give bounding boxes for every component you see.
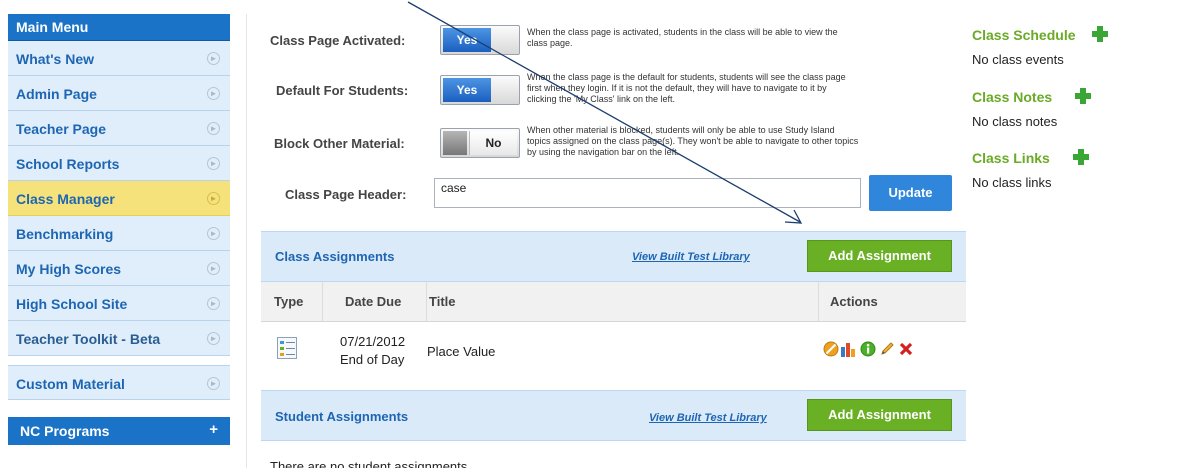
class-page-activated-description: When the class page is activated, studen… xyxy=(527,27,947,49)
class-notes-title: Class Notes xyxy=(972,89,1053,105)
info-icon[interactable] xyxy=(860,341,876,357)
sidebar-item-label: School Reports xyxy=(16,156,120,172)
default-for-students-description: When the class page is the default for s… xyxy=(527,72,947,105)
sidebar-item-label: Teacher Page xyxy=(16,121,107,137)
sidebar-item-label: Class Manager xyxy=(16,191,115,207)
chevron-right-icon: ► xyxy=(207,297,220,310)
class-notes-text: No class notes xyxy=(972,114,1058,129)
sidebar-item-label: My High Scores xyxy=(16,261,122,277)
add-links-plus-icon[interactable] xyxy=(1073,149,1089,165)
assignments-table-header: Type Date Due Title Actions xyxy=(261,282,966,322)
column-header-date-due: Date Due xyxy=(345,294,402,309)
column-header-title: Title xyxy=(429,294,456,309)
view-built-test-library-link[interactable]: View Built Test Library xyxy=(632,251,750,263)
sidebar-item-label: NC Programs xyxy=(20,423,110,439)
add-notes-plus-icon[interactable] xyxy=(1075,88,1091,104)
assignment-title[interactable]: Place Value xyxy=(427,344,495,359)
class-schedule-text: No class events xyxy=(972,52,1064,67)
default-for-students-toggle[interactable]: Yes xyxy=(440,75,520,105)
sidebar-item-label: Custom Material xyxy=(16,376,125,392)
student-assignments-panel: Student Assignments View Built Test Libr… xyxy=(261,390,966,441)
sidebar-item-benchmarking[interactable]: Benchmarking ► xyxy=(8,216,230,251)
desc-line: first when they login. If it is not the … xyxy=(527,83,827,93)
sidebar-item-admin-page[interactable]: Admin Page ► xyxy=(8,76,230,111)
desc-line: When the class page is activated, studen… xyxy=(527,27,838,37)
sidebar-item-label: Admin Page xyxy=(16,86,97,102)
chevron-right-icon: ► xyxy=(207,332,220,345)
column-divider xyxy=(818,282,819,322)
chart-icon[interactable] xyxy=(840,341,857,357)
chevron-right-icon: ► xyxy=(207,192,220,205)
student-assignments-title: Student Assignments xyxy=(275,409,409,424)
desc-line: class page. xyxy=(527,38,573,48)
add-assignment-button[interactable]: Add Assignment xyxy=(807,399,952,431)
sidebar-item-my-high-scores[interactable]: My High Scores ► xyxy=(8,251,230,286)
sidebar-item-school-reports[interactable]: School Reports ► xyxy=(8,146,230,181)
sidebar-item-class-manager[interactable]: Class Manager ► xyxy=(8,181,230,216)
block-other-material-toggle[interactable]: No xyxy=(440,128,520,158)
class-assignments-panel: Class Assignments View Built Test Librar… xyxy=(261,231,966,282)
chevron-right-icon: ► xyxy=(207,377,220,390)
sidebar-item-high-school-site[interactable]: High School Site ► xyxy=(8,286,230,321)
class-page-activated-label: Class Page Activated: xyxy=(270,33,406,48)
column-header-actions: Actions xyxy=(830,294,878,309)
column-divider xyxy=(322,282,323,322)
sidebar-item-nc-programs[interactable]: NC Programs + xyxy=(8,417,230,445)
sidebar-item-custom-material[interactable]: Custom Material ► xyxy=(8,365,230,400)
no-student-assignments-message: There are no student assignments. xyxy=(270,459,471,468)
desc-line: clicking the 'My Class' link on the left… xyxy=(527,94,675,104)
sidebar-item-label: Benchmarking xyxy=(16,226,114,242)
desc-line: by using the navigation bar on the left. xyxy=(527,147,680,157)
chevron-right-icon: ► xyxy=(207,52,220,65)
chevron-right-icon: ► xyxy=(207,227,220,240)
class-assignments-title: Class Assignments xyxy=(275,249,395,264)
assignment-list-icon xyxy=(277,337,297,359)
update-button[interactable]: Update xyxy=(869,175,952,211)
sidebar: Main Menu What's New ► Admin Page ► Teache… xyxy=(8,14,230,445)
view-built-test-library-link[interactable]: View Built Test Library xyxy=(649,412,767,424)
chevron-right-icon: ► xyxy=(207,122,220,135)
disable-icon[interactable] xyxy=(823,341,839,357)
due-time: End of Day xyxy=(340,352,405,367)
add-assignment-button[interactable]: Add Assignment xyxy=(807,240,952,272)
sidebar-item-teacher-toolkit[interactable]: Teacher Toolkit - Beta ► xyxy=(8,321,230,356)
class-links-title: Class Links xyxy=(972,150,1050,166)
desc-line: When other material is blocked, students… xyxy=(527,125,835,135)
sidebar-item-label: High School Site xyxy=(16,296,128,312)
sidebar-item-whats-new[interactable]: What's New ► xyxy=(8,41,230,76)
edit-pencil-icon[interactable] xyxy=(879,341,895,357)
divider xyxy=(246,14,247,468)
desc-line: topics assigned on the class page(s). Th… xyxy=(527,136,859,146)
class-page-activated-toggle[interactable]: Yes xyxy=(440,25,520,55)
delete-x-icon[interactable] xyxy=(898,341,914,357)
toggle-state: Yes xyxy=(443,28,491,52)
date-due: 07/21/2012 xyxy=(340,334,406,349)
main-menu-header: Main Menu xyxy=(8,14,230,41)
class-page-header-label: Class Page Header: xyxy=(285,187,407,202)
chevron-right-icon: ► xyxy=(207,262,220,275)
plus-icon: + xyxy=(209,421,218,438)
menu-spacer xyxy=(8,356,230,365)
toggle-state: Yes xyxy=(443,78,491,102)
sidebar-item-label: What's New xyxy=(16,51,95,67)
sidebar-item-teacher-page[interactable]: Teacher Page ► xyxy=(8,111,230,146)
chevron-right-icon: ► xyxy=(207,87,220,100)
sidebar-item-label: Teacher Toolkit - Beta xyxy=(16,331,161,347)
chevron-right-icon: ► xyxy=(207,157,220,170)
class-links-text: No class links xyxy=(972,175,1052,190)
toggle-state: No xyxy=(469,131,517,155)
default-for-students-label: Default For Students: xyxy=(276,83,409,98)
block-other-material-label: Block Other Material: xyxy=(274,136,405,151)
desc-line: When the class page is the default for s… xyxy=(527,72,846,82)
block-other-material-description: When other material is blocked, students… xyxy=(527,125,947,158)
menu-spacer xyxy=(8,400,230,417)
add-schedule-plus-icon[interactable] xyxy=(1092,26,1108,42)
toggle-grip xyxy=(443,131,467,155)
column-divider xyxy=(426,282,427,322)
class-page-header-input[interactable] xyxy=(434,178,861,208)
column-header-type: Type xyxy=(274,294,304,309)
class-schedule-title: Class Schedule xyxy=(972,27,1076,43)
